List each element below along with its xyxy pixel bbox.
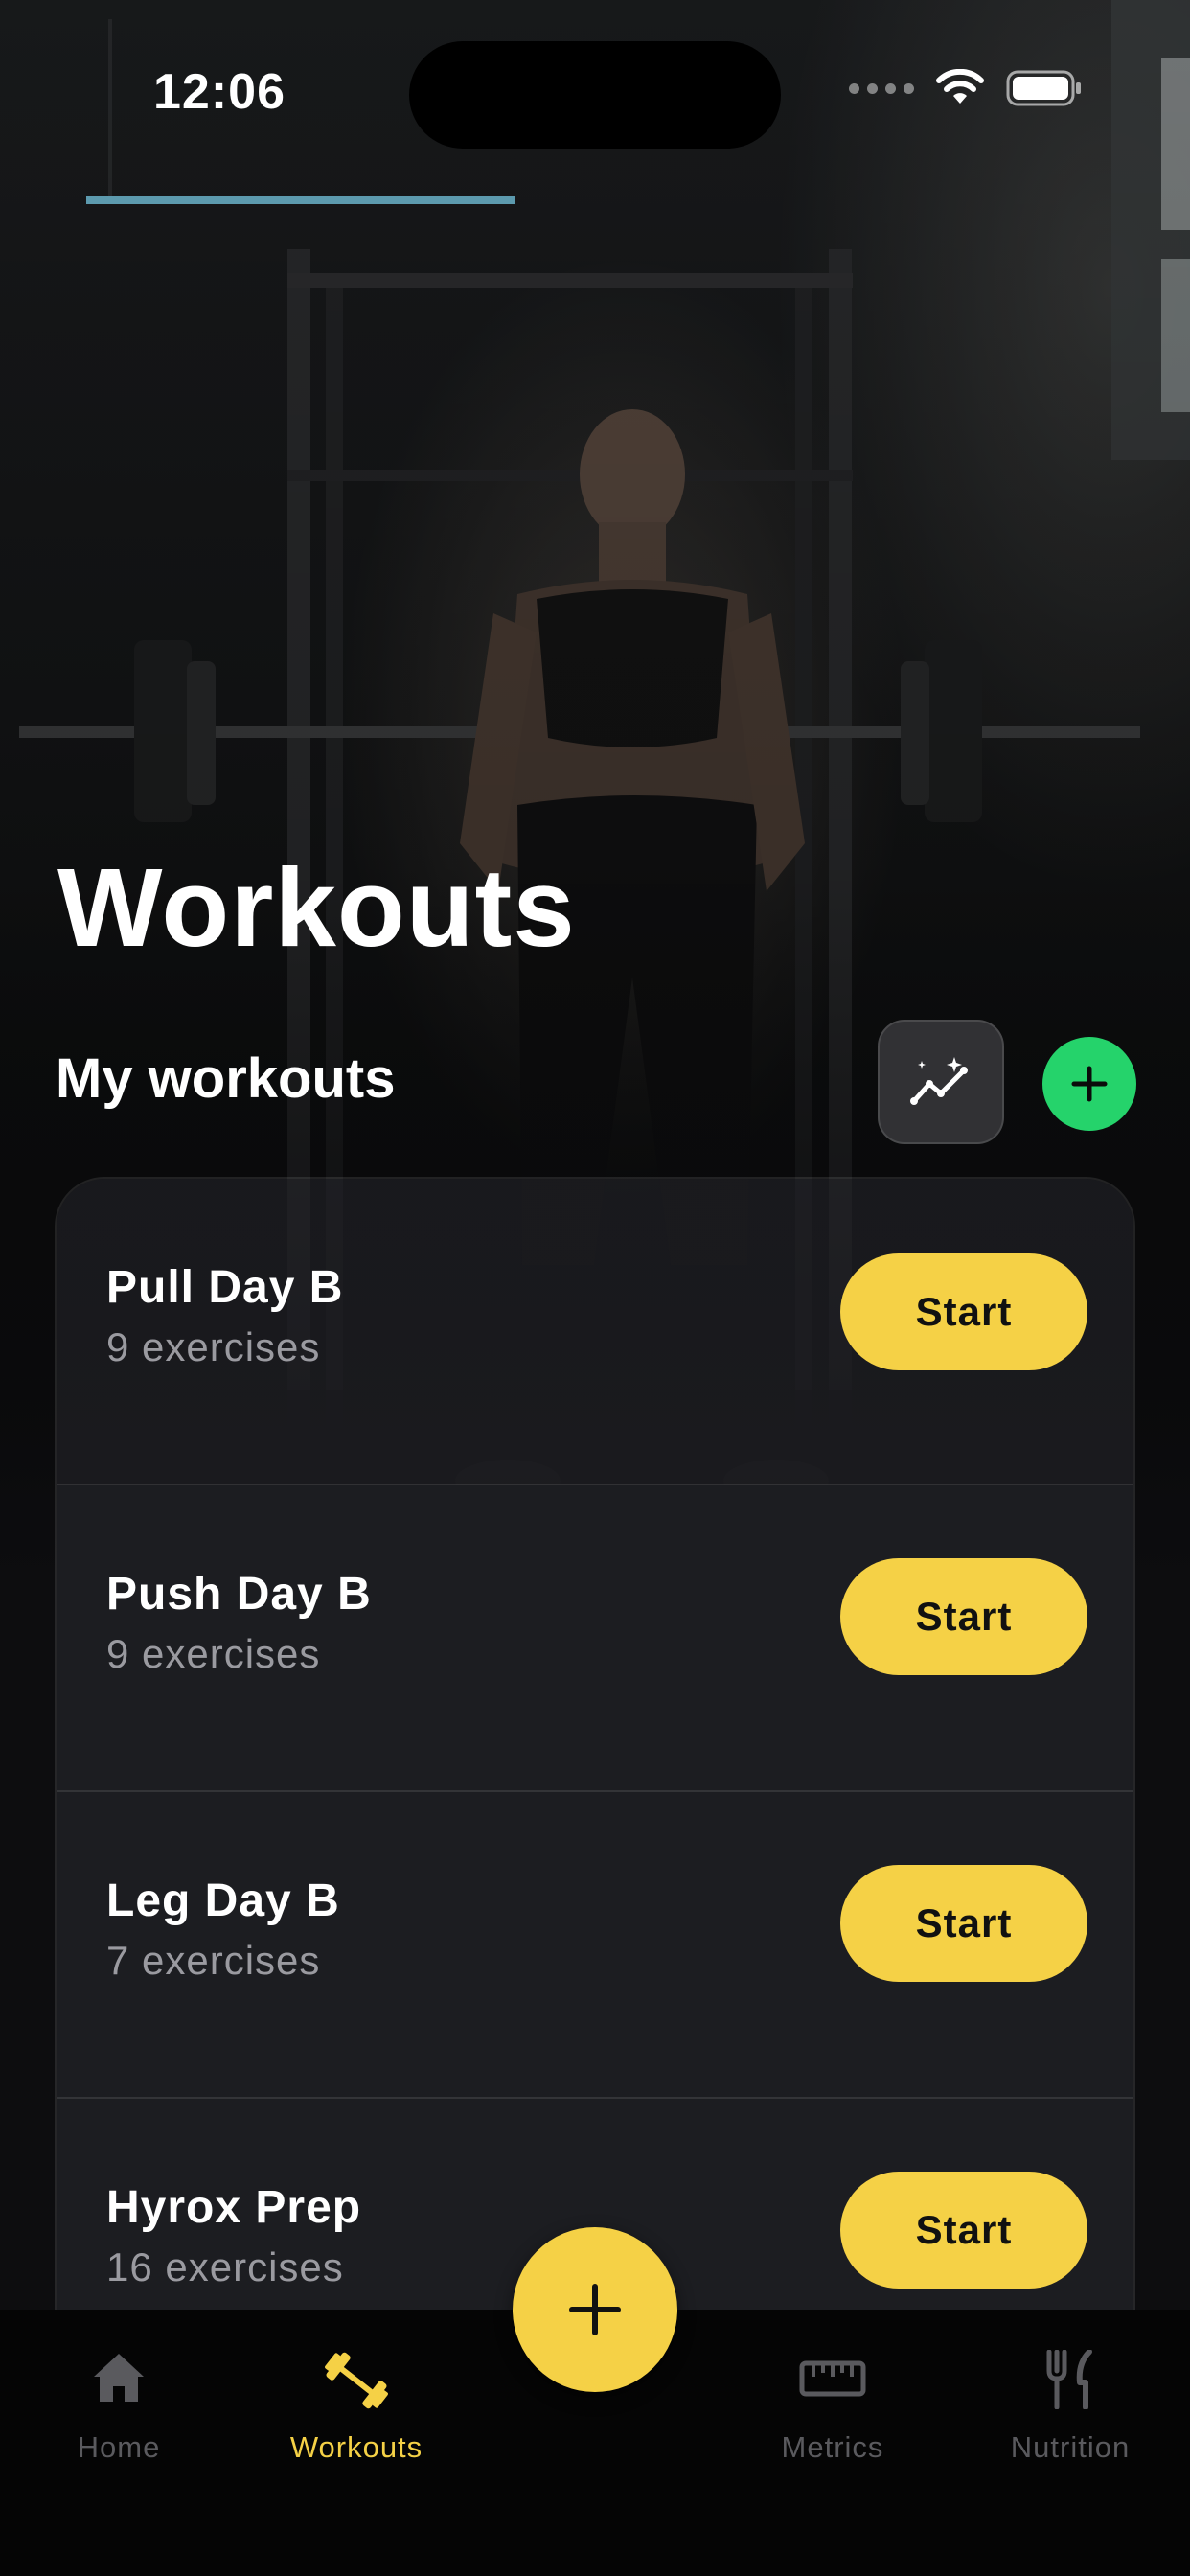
house-icon [94, 2354, 144, 2402]
ai-stats-button[interactable] [878, 1020, 1004, 1144]
workout-name: Push Day B [106, 1569, 372, 1620]
start-workout-button[interactable]: Start [840, 1558, 1087, 1675]
tab-metrics[interactable]: Metrics [737, 2310, 928, 2501]
quick-add-button[interactable] [513, 2227, 677, 2392]
workout-card[interactable]: Leg Day B 7 exercises Start [57, 1792, 1133, 2099]
dumbbell-icon [325, 2352, 388, 2409]
status-icons [849, 69, 1083, 107]
start-workout-button[interactable]: Start [840, 1254, 1087, 1370]
workout-name: Pull Day B [106, 1262, 344, 1313]
tab-workouts[interactable]: Workouts [261, 2310, 452, 2501]
tab-home[interactable]: Home [23, 2310, 215, 2501]
workout-exercise-count: 9 exercises [106, 1324, 321, 1369]
tab-label: Home [77, 2430, 161, 2464]
workout-exercise-count: 7 exercises [106, 1938, 321, 1983]
tab-nutrition[interactable]: Nutrition [974, 2310, 1166, 2501]
workout-exercise-count: 16 exercises [106, 2244, 344, 2289]
dynamic-island [409, 41, 781, 149]
fork-knife-icon [1046, 2350, 1092, 2409]
start-workout-button[interactable]: Start [840, 1865, 1087, 1982]
tab-label: Metrics [781, 2430, 884, 2464]
workout-card[interactable]: Pull Day B 9 exercises Start [57, 1179, 1133, 1485]
workout-name: Hyrox Prep [106, 2182, 362, 2233]
tab-label: Workouts [289, 2430, 423, 2464]
start-workout-button[interactable]: Start [840, 2172, 1087, 2288]
ruler-icon [799, 2360, 866, 2397]
wifi-icon [936, 69, 984, 104]
tab-label: Nutrition [1010, 2430, 1131, 2464]
sparkle-chart-icon [910, 1057, 968, 1105]
cellular-signal-icon [849, 82, 914, 94]
page-title: Workouts [57, 845, 576, 970]
plus-icon [569, 2284, 621, 2335]
plus-icon [1071, 1066, 1108, 1102]
battery-icon [1006, 70, 1081, 106]
workout-exercise-count: 9 exercises [106, 1631, 321, 1676]
workout-list: Pull Day B 9 exercises Start Push Day B … [55, 1177, 1135, 2356]
workout-name: Leg Day B [106, 1875, 340, 1926]
add-workout-button[interactable] [1042, 1037, 1136, 1131]
workout-card[interactable]: Push Day B 9 exercises Start [57, 1485, 1133, 1792]
section-title: My workouts [56, 1047, 396, 1110]
status-time: 12:06 [153, 64, 286, 120]
